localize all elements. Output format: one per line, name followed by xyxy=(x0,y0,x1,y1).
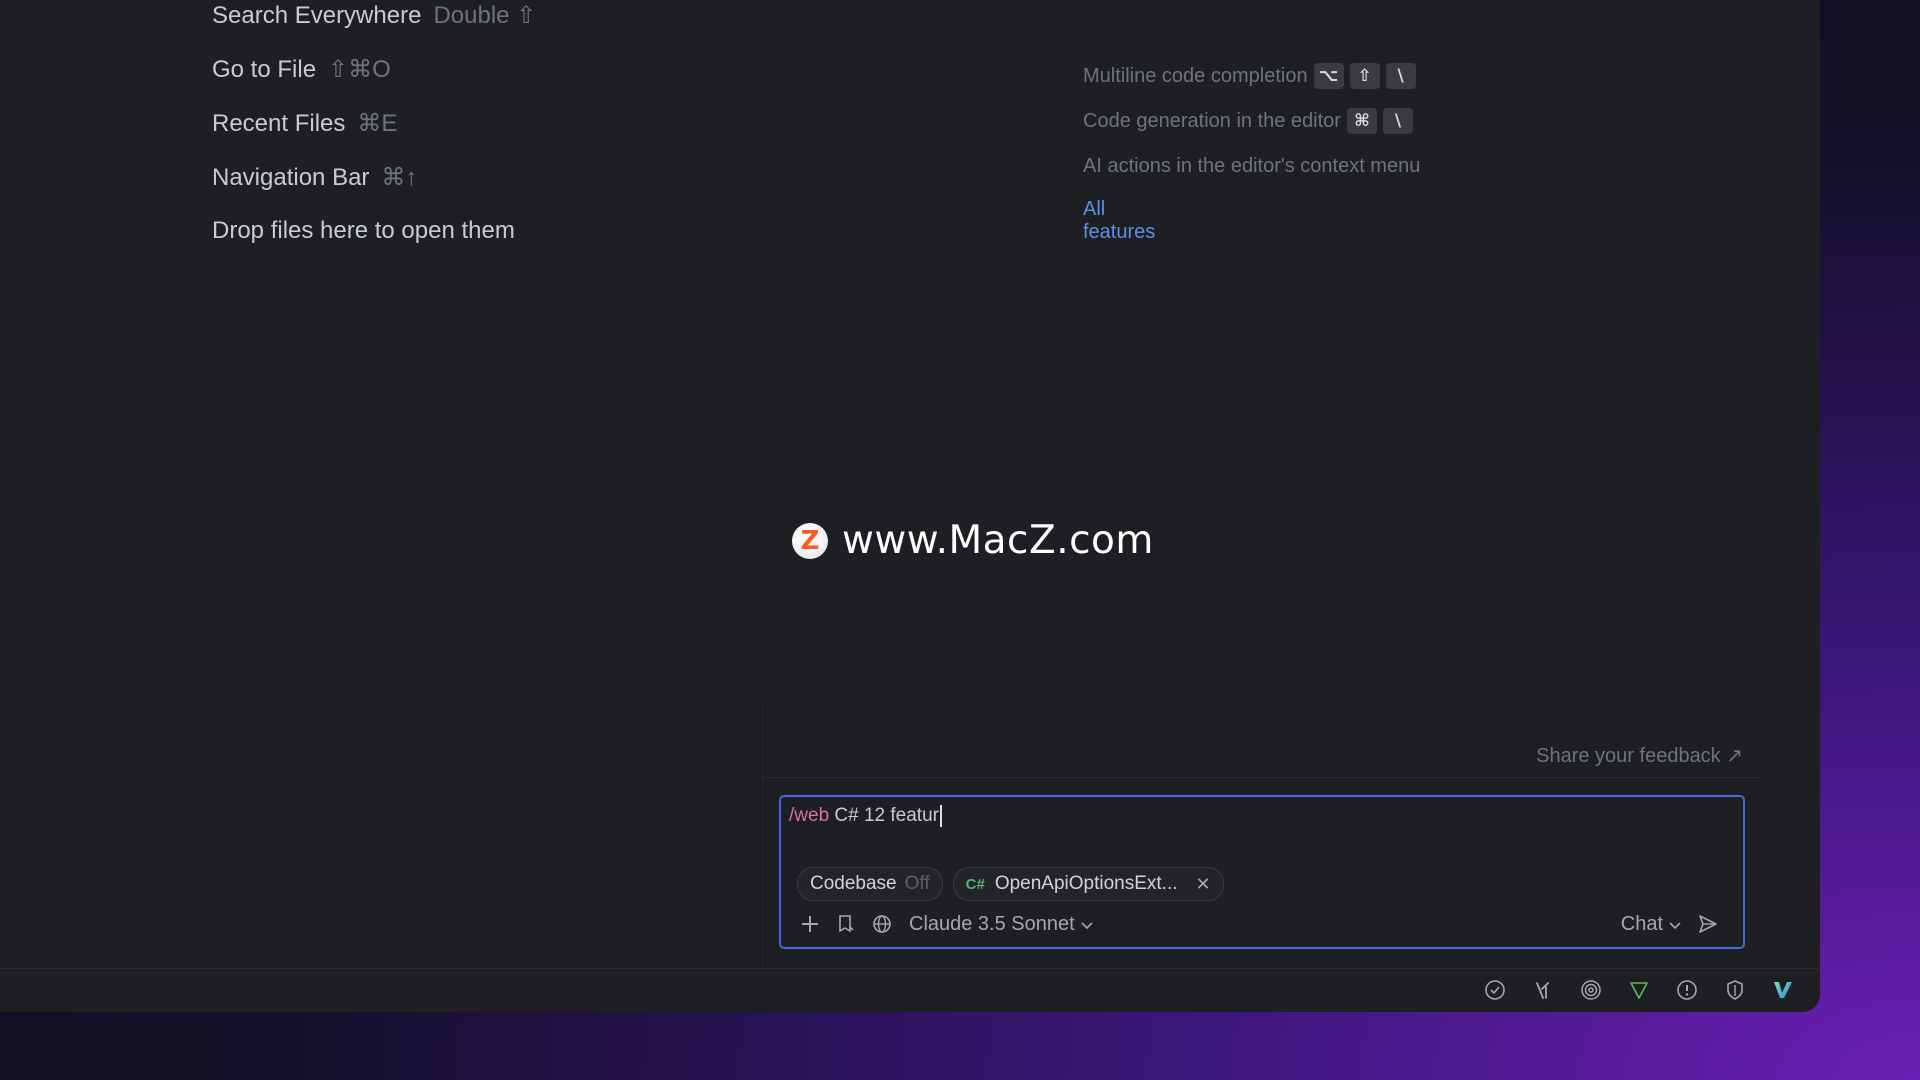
key-shift: ⇧ xyxy=(1349,63,1380,89)
codebase-chip-label: Codebase xyxy=(810,873,897,894)
model-name: Claude 3.5 Sonnet xyxy=(909,912,1075,935)
add-context-icon[interactable] xyxy=(797,911,823,937)
chat-mode-label: Chat xyxy=(1620,912,1663,935)
watermark-logo-icon: Z xyxy=(792,522,828,559)
watermark: Z www.MacZ.com xyxy=(792,518,1154,563)
shortcut-label: Go to File xyxy=(212,56,317,83)
shortcut-search-everywhere[interactable]: Search Everywhere Double ⇧ xyxy=(212,1,536,30)
shortcut-label: Navigation Bar xyxy=(212,164,370,191)
chat-mode-selector[interactable]: Chat xyxy=(1621,913,1681,936)
chevron-down-icon xyxy=(1081,913,1093,936)
shortcut-key: Double ⇧ xyxy=(433,2,537,29)
context-chips: Codebase Off C# OpenApiOptionsExt... ✕ xyxy=(797,867,1224,901)
watermark-text: www.MacZ.com xyxy=(842,518,1154,563)
feature-ai-actions: AI actions in the editor's context menu xyxy=(1083,155,1420,178)
chevron-down-icon xyxy=(1669,913,1681,936)
send-icon[interactable] xyxy=(1695,911,1721,937)
remove-chip-icon[interactable]: ✕ xyxy=(1196,874,1211,895)
ai-chat-panel: Share your feedback ↗ /web C# 12 featur … xyxy=(762,705,1761,968)
shortcut-recent-files[interactable]: Recent Files ⌘E xyxy=(212,109,397,138)
model-selector[interactable]: Claude 3.5 Sonnet xyxy=(909,913,1093,936)
codebase-chip-state: Off xyxy=(904,873,930,894)
feature-multiline-completion: Multiline code completion ⌥ ⇧ \ xyxy=(1083,63,1416,89)
key-option: ⌥ xyxy=(1313,63,1344,89)
shield-icon[interactable] xyxy=(1722,977,1748,1003)
status-icon-group xyxy=(1482,977,1796,1003)
bookmark-icon[interactable] xyxy=(833,911,859,937)
key-backslash: \ xyxy=(1382,108,1413,134)
shortcut-label: Search Everywhere xyxy=(212,2,422,29)
chat-input-text: C# 12 featur xyxy=(829,805,939,827)
panel-divider xyxy=(763,777,1761,778)
all-features-link[interactable]: All features xyxy=(1083,198,1155,244)
slash-command: /web xyxy=(789,805,830,827)
shortcut-go-to-file[interactable]: Go to File ⇧⌘O xyxy=(212,55,391,84)
drop-files-hint: Drop files here to open them xyxy=(212,217,515,244)
csharp-file-icon: C# xyxy=(965,875,985,893)
shortcut-key: ⌘↑ xyxy=(381,164,418,191)
chat-input[interactable]: /web C# 12 featur xyxy=(789,805,942,827)
globe-icon[interactable] xyxy=(869,911,895,937)
feature-label: Code generation in the editor xyxy=(1083,109,1341,132)
chat-toolbar: Claude 3.5 Sonnet Chat xyxy=(797,909,1731,939)
share-feedback-link[interactable]: Share your feedback ↗ xyxy=(1536,743,1743,768)
chat-input-box[interactable]: /web C# 12 featur Codebase Off C# OpenAp… xyxy=(779,795,1745,949)
warning-icon[interactable] xyxy=(1674,977,1700,1003)
shortcut-key: ⇧⌘O xyxy=(328,56,391,83)
text-caret xyxy=(939,805,942,827)
v-logo-icon[interactable] xyxy=(1770,977,1796,1003)
ide-window: Search Everywhere Double ⇧ Go to File ⇧⌘O … xyxy=(0,0,1820,1012)
file-context-chip[interactable]: C# OpenApiOptionsExt... ✕ xyxy=(952,867,1224,901)
editor-empty-state: Search Everywhere Double ⇧ Go to File ⇧⌘O … xyxy=(0,0,1761,970)
key-command: ⌘ xyxy=(1346,108,1377,134)
shortcut-label: Recent Files xyxy=(212,110,346,137)
shortcut-navigation-bar[interactable]: Navigation Bar ⌘↑ xyxy=(212,163,417,192)
feature-label: Multiline code completion xyxy=(1083,64,1308,87)
check-circle-icon[interactable] xyxy=(1482,977,1508,1003)
file-chip-name: OpenApiOptionsExt... xyxy=(994,873,1178,894)
spiral-icon[interactable] xyxy=(1578,977,1604,1003)
key-backslash: \ xyxy=(1385,63,1416,89)
codebase-chip[interactable]: Codebase Off xyxy=(797,867,943,901)
feature-code-generation: Code generation in the editor ⌘ \ xyxy=(1083,108,1413,134)
triangle-icon[interactable] xyxy=(1626,977,1652,1003)
ai-assistant-icon[interactable] xyxy=(1530,977,1556,1003)
pane-divider xyxy=(190,640,191,970)
feature-label: AI actions in the editor's context menu xyxy=(1083,155,1421,177)
shortcut-key: ⌘E xyxy=(357,110,398,137)
status-bar xyxy=(0,968,1820,1012)
